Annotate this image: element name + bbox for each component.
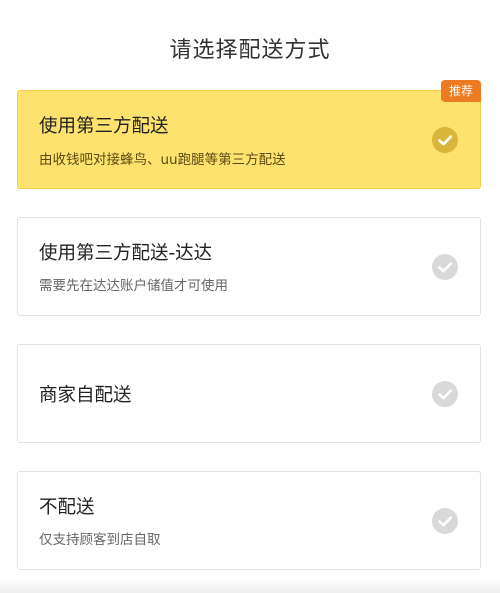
- delivery-option-dada[interactable]: 使用第三方配送-达达 需要先在达达账户储值才可使用: [17, 217, 481, 316]
- option-title: 商家自配送: [39, 385, 132, 406]
- check-circle-icon: [432, 380, 458, 407]
- option-description: 需要先在达达账户储值才可使用: [39, 278, 228, 294]
- option-description: 仅支持顾客到店自取: [39, 532, 161, 548]
- delivery-option-third-party[interactable]: 推荐 使用第三方配送 由收钱吧对接蜂鸟、uu跑腿等第三方配送: [17, 80, 481, 189]
- check-circle-icon: [432, 507, 458, 534]
- option-description: 由收钱吧对接蜂鸟、uu跑腿等第三方配送: [39, 152, 286, 168]
- delivery-option-self[interactable]: 商家自配送: [17, 344, 481, 443]
- option-title: 不配送: [39, 497, 95, 518]
- option-title: 使用第三方配送-达达: [39, 243, 213, 264]
- delivery-option-none[interactable]: 不配送 仅支持顾客到店自取: [17, 471, 481, 570]
- page-title: 请选择配送方式: [169, 38, 331, 63]
- option-title: 使用第三方配送: [39, 116, 169, 137]
- bottom-divider: [0, 579, 500, 593]
- recommended-badge: 推荐: [440, 80, 481, 102]
- check-circle-icon: [432, 253, 458, 280]
- check-circle-icon: [432, 126, 458, 153]
